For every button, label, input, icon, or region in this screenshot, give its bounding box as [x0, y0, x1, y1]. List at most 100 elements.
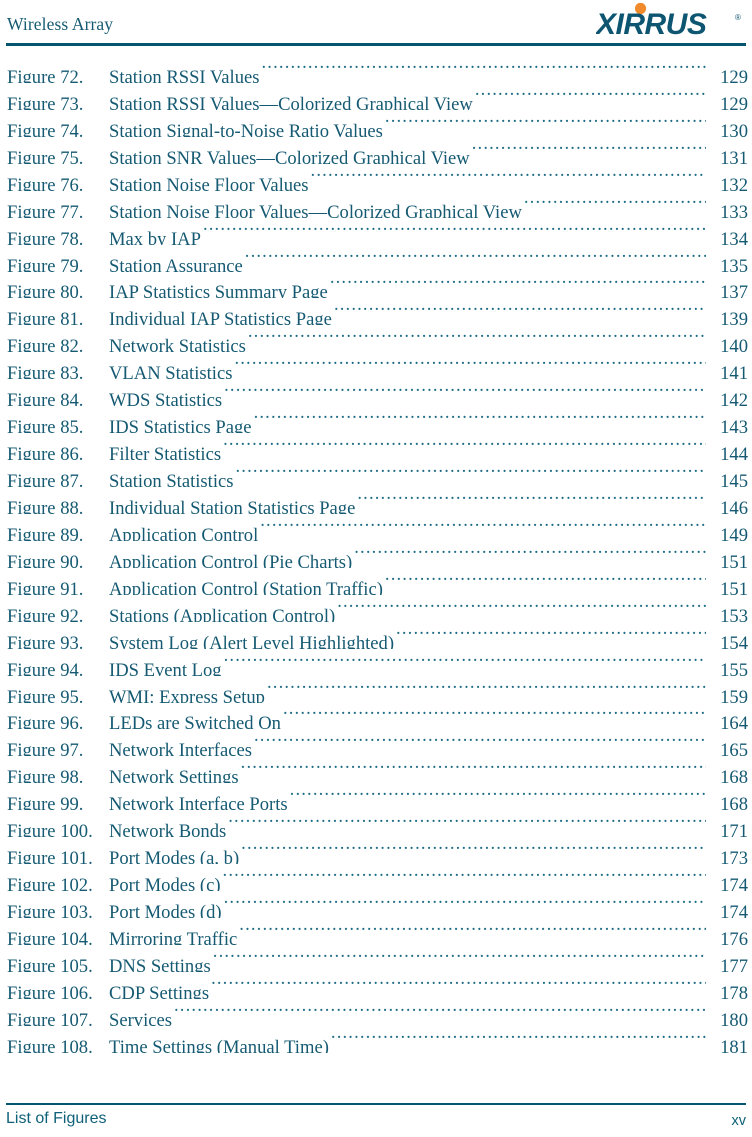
page-number[interactable]: 168 — [706, 792, 748, 810]
list-item[interactable]: Figure 100. Network Bonds 171 — [0, 810, 752, 837]
page-number[interactable]: 174 — [706, 900, 748, 918]
list-item[interactable]: Figure 81. Individual IAP Statistics Page… — [0, 298, 752, 325]
list-item[interactable]: Figure 76. Station Noise Floor Values 132 — [0, 164, 752, 191]
list-item[interactable]: Figure 87. Station Statistics 145 — [0, 460, 752, 487]
figure-caption-link[interactable]: WDS Statistics — [109, 388, 224, 406]
page-number[interactable]: 181 — [706, 1035, 748, 1053]
figure-caption-link[interactable]: IDS Statistics Page — [109, 415, 254, 433]
figure-caption-link[interactable]: Port Modes (c) — [109, 873, 223, 891]
page-number[interactable]: 144 — [706, 442, 748, 460]
list-item[interactable]: Figure 107. Services 180 — [0, 999, 752, 1026]
page-number[interactable]: 133 — [706, 200, 748, 218]
list-item[interactable]: Figure 90. Application Control (Pie Chart… — [0, 541, 752, 568]
figure-caption-link[interactable]: Services — [109, 1008, 174, 1026]
figure-caption-link[interactable]: Network Statistics — [109, 334, 248, 352]
figure-caption-link[interactable]: Port Modes (d) — [109, 900, 224, 918]
page-number[interactable]: 140 — [706, 334, 748, 352]
page-number[interactable]: 171 — [706, 819, 748, 837]
page-number[interactable]: 135 — [706, 254, 748, 272]
list-item[interactable]: Figure 79. Station Assurance 135 — [0, 245, 752, 272]
figure-caption-link[interactable]: Station Statistics — [109, 469, 235, 487]
list-item[interactable]: Figure 95. WMI: Express Setup 159 — [0, 676, 752, 703]
figure-caption-link[interactable]: DNS Settings — [109, 954, 213, 972]
figure-caption-link[interactable]: Network Interface Ports — [109, 792, 290, 810]
page-number[interactable]: 142 — [706, 388, 748, 406]
figure-caption-link[interactable]: VLAN Statistics — [109, 361, 234, 379]
page-number[interactable]: 180 — [706, 1008, 748, 1026]
figure-caption-link[interactable]: Station SNR Values—Colorized Graphical V… — [109, 146, 472, 164]
list-item[interactable]: Figure 105. DNS Settings 177 — [0, 945, 752, 972]
figure-caption-link[interactable]: Individual Station Statistics Page — [109, 496, 357, 514]
figure-caption-link[interactable]: Station RSSI Values—Colorized Graphical … — [109, 92, 475, 110]
list-item[interactable]: Figure 73. Station RSSI Values—Colorized … — [0, 83, 752, 110]
list-item[interactable]: Figure 86. Filter Statistics 144 — [0, 433, 752, 460]
figure-caption-link[interactable]: Station RSSI Values — [109, 65, 262, 83]
figure-caption-link[interactable]: Application Control (Station Traffic) — [109, 577, 385, 595]
list-item[interactable]: Figure 72. Station RSSI Values 129 — [0, 56, 752, 83]
list-item[interactable]: Figure 102. Port Modes (c) 174 — [0, 864, 752, 891]
figure-caption-link[interactable]: IAP Statistics Summary Page — [109, 280, 330, 298]
figure-caption-link[interactable]: Port Modes (a, b) — [109, 846, 241, 864]
page-number[interactable]: 132 — [706, 173, 748, 191]
list-item[interactable]: Figure 84. WDS Statistics 142 — [0, 379, 752, 406]
page-number[interactable]: 177 — [706, 954, 748, 972]
list-item[interactable]: Figure 108. Time Settings (Manual Time) 18… — [0, 1026, 752, 1053]
page-number[interactable]: 149 — [706, 523, 748, 541]
figure-caption-link[interactable]: IDS Event Log — [109, 658, 224, 676]
list-item[interactable]: Figure 88. Individual Station Statistics … — [0, 487, 752, 514]
page-number[interactable]: 174 — [706, 873, 748, 891]
page-number[interactable]: 145 — [706, 469, 748, 487]
figure-caption-link[interactable]: CDP Settings — [109, 981, 211, 999]
page-number[interactable]: 131 — [706, 146, 748, 164]
list-item[interactable]: Figure 104. Mirroring Traffic 176 — [0, 918, 752, 945]
list-item[interactable]: Figure 77. Station Noise Floor Values—Col… — [0, 191, 752, 218]
page-number[interactable]: 146 — [706, 496, 748, 514]
page-number[interactable]: 134 — [706, 227, 748, 245]
list-item[interactable]: Figure 75. Station SNR Values—Colorized G… — [0, 137, 752, 164]
page-number[interactable]: 129 — [706, 65, 748, 83]
figure-caption-link[interactable]: Individual IAP Statistics Page — [109, 307, 334, 325]
page-number[interactable]: 154 — [706, 631, 748, 649]
page-number[interactable]: 178 — [706, 981, 748, 999]
page-number[interactable]: 139 — [706, 307, 748, 325]
page-number[interactable]: 159 — [706, 685, 748, 703]
figure-caption-link[interactable]: Application Control (Pie Charts) — [109, 550, 354, 568]
page-number[interactable]: 129 — [706, 92, 748, 110]
figure-caption-link[interactable]: Mirroring Traffic — [109, 927, 239, 945]
figure-caption-link[interactable]: Stations (Application Control) — [109, 604, 337, 622]
list-item[interactable]: Figure 103. Port Modes (d) 174 — [0, 891, 752, 918]
page-number[interactable]: 151 — [706, 577, 748, 595]
page-number[interactable]: 151 — [706, 550, 748, 568]
page-number[interactable]: 143 — [706, 415, 748, 433]
list-item[interactable]: Figure 80. IAP Statistics Summary Page 137 — [0, 272, 752, 299]
figure-caption-link[interactable]: Max by IAP — [109, 227, 203, 245]
page-number[interactable]: 176 — [706, 927, 748, 945]
list-item[interactable]: Figure 92. Stations (Application Control)… — [0, 595, 752, 622]
figure-caption-link[interactable]: Station Noise Floor Values — [109, 173, 311, 191]
figure-caption-link[interactable]: System Log (Alert Level Highlighted) — [109, 631, 396, 649]
list-item[interactable]: Figure 96. LEDs are Switched On 164 — [0, 703, 752, 730]
list-item[interactable]: Figure 83. VLAN Statistics 141 — [0, 352, 752, 379]
list-item[interactable]: Figure 106. CDP Settings 178 — [0, 972, 752, 999]
list-item[interactable]: Figure 97. Network Interfaces 165 — [0, 729, 752, 756]
figure-caption-link[interactable]: LEDs are Switched On — [109, 711, 283, 729]
figure-caption-link[interactable]: WMI: Express Setup — [109, 685, 267, 703]
page-number[interactable]: 168 — [706, 765, 748, 783]
list-item[interactable]: Figure 82. Network Statistics 140 — [0, 325, 752, 352]
list-item[interactable]: Figure 89. Application Control 149 — [0, 514, 752, 541]
list-item[interactable]: Figure 101. Port Modes (a, b) 173 — [0, 837, 752, 864]
figure-caption-link[interactable]: Network Interfaces — [109, 738, 254, 756]
page-number[interactable]: 165 — [706, 738, 748, 756]
list-item[interactable]: Figure 93. System Log (Alert Level Highli… — [0, 622, 752, 649]
page-number[interactable]: 137 — [706, 280, 748, 298]
page-number[interactable]: 153 — [706, 604, 748, 622]
figure-caption-link[interactable]: Filter Statistics — [109, 442, 223, 460]
figure-caption-link[interactable]: Station Signal-to-Noise Ratio Values — [109, 119, 385, 137]
figure-caption-link[interactable]: Station Noise Floor Values—Colorized Gra… — [109, 200, 524, 218]
list-item[interactable]: Figure 94. IDS Event Log 155 — [0, 649, 752, 676]
list-item[interactable]: Figure 91. Application Control (Station T… — [0, 568, 752, 595]
figure-caption-link[interactable]: Network Settings — [109, 765, 241, 783]
page-number[interactable]: 155 — [706, 658, 748, 676]
list-item[interactable]: Figure 85. IDS Statistics Page 143 — [0, 406, 752, 433]
list-item[interactable]: Figure 99. Network Interface Ports 168 — [0, 783, 752, 810]
